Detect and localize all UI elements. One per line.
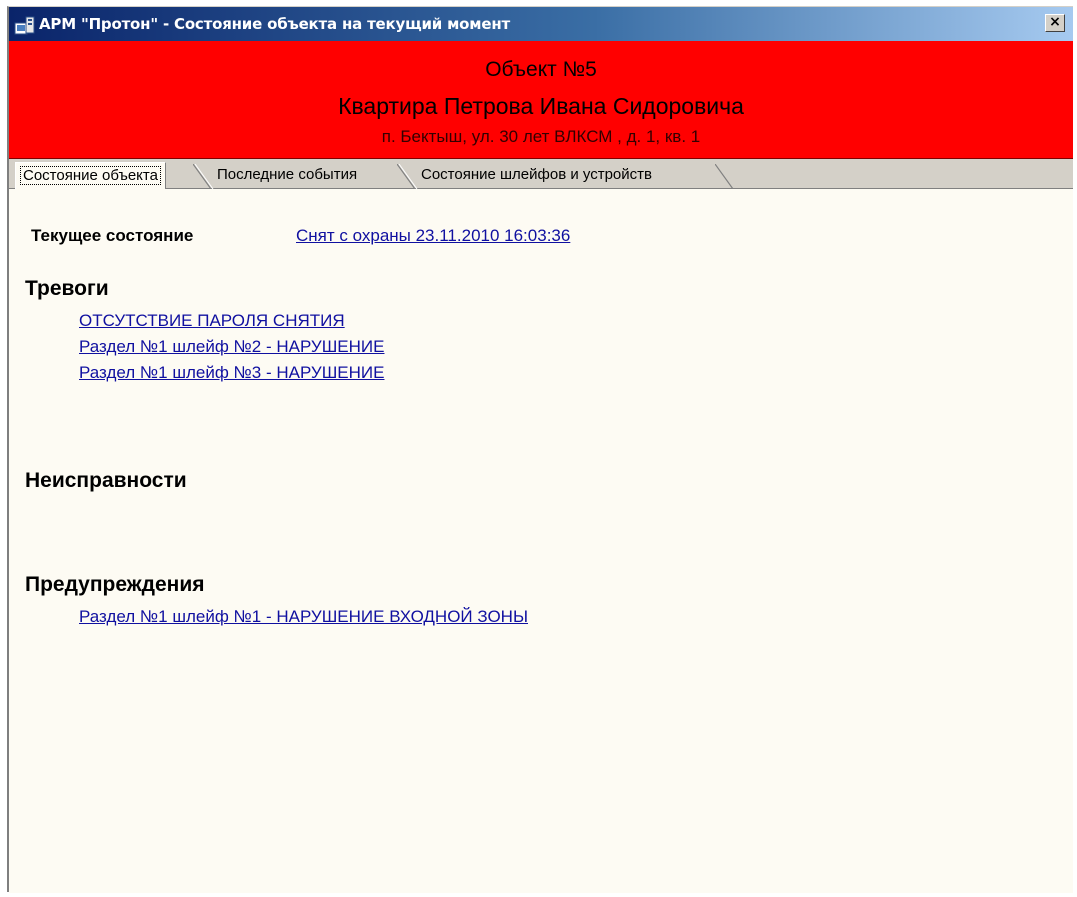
current-state-label: Текущее состояние — [31, 226, 194, 245]
alarm-item[interactable]: ОТСУТСТВИЕ ПАРОЛЯ СНЯТИЯ — [79, 311, 345, 331]
title-bar[interactable]: АРМ "Протон" - Состояние объекта на теку… — [9, 7, 1073, 41]
warnings-heading: Предупреждения — [25, 573, 205, 596]
alarm-item[interactable]: Раздел №1 шлейф №3 - НАРУШЕНИЕ — [79, 363, 384, 383]
faults-heading: Неисправности — [25, 469, 187, 492]
window-title: АРМ "Протон" - Состояние объекта на теку… — [39, 15, 510, 33]
tab-object-state[interactable]: Состояние объекта — [15, 162, 166, 189]
state-panel: Текущее состояние Снят с охраны 23.11.20… — [9, 189, 1073, 893]
close-icon: × — [1049, 14, 1061, 30]
tab-object-state-label: Состояние объекта — [20, 166, 161, 185]
app-icon — [14, 16, 35, 35]
current-state-link[interactable]: Снят с охраны 23.11.2010 16:03:36 — [296, 226, 570, 246]
object-banner: Объект №5 Квартира Петрова Ивана Сидоров… — [9, 41, 1073, 159]
tab-recent-events-label: Последние события — [217, 166, 358, 183]
alarms-heading: Тревоги — [25, 277, 109, 300]
alarm-item[interactable]: Раздел №1 шлейф №2 - НАРУШЕНИЕ — [79, 337, 384, 357]
tab-loops-devices[interactable]: Состояние шлейфов и устройств — [413, 164, 660, 188]
tab-loops-devices-label: Состояние шлейфов и устройств — [421, 166, 652, 183]
tab-recent-events[interactable]: Последние события — [209, 164, 365, 188]
tab-divider — [715, 164, 734, 189]
object-address: п. Бектыш, ул. 30 лет ВЛКСМ , д. 1, кв. … — [381, 127, 701, 146]
tab-strip: Состояние объекта Последние события Сост… — [9, 159, 1073, 189]
object-name: Квартира Петрова Ивана Сидоровича — [338, 93, 744, 119]
object-number: Объект №5 — [485, 58, 597, 81]
warning-item[interactable]: Раздел №1 шлейф №1 - НАРУШЕНИЕ ВХОДНОЙ З… — [79, 607, 528, 627]
close-button[interactable]: × — [1045, 14, 1065, 32]
app-window: АРМ "Протон" - Состояние объекта на теку… — [7, 6, 1073, 893]
